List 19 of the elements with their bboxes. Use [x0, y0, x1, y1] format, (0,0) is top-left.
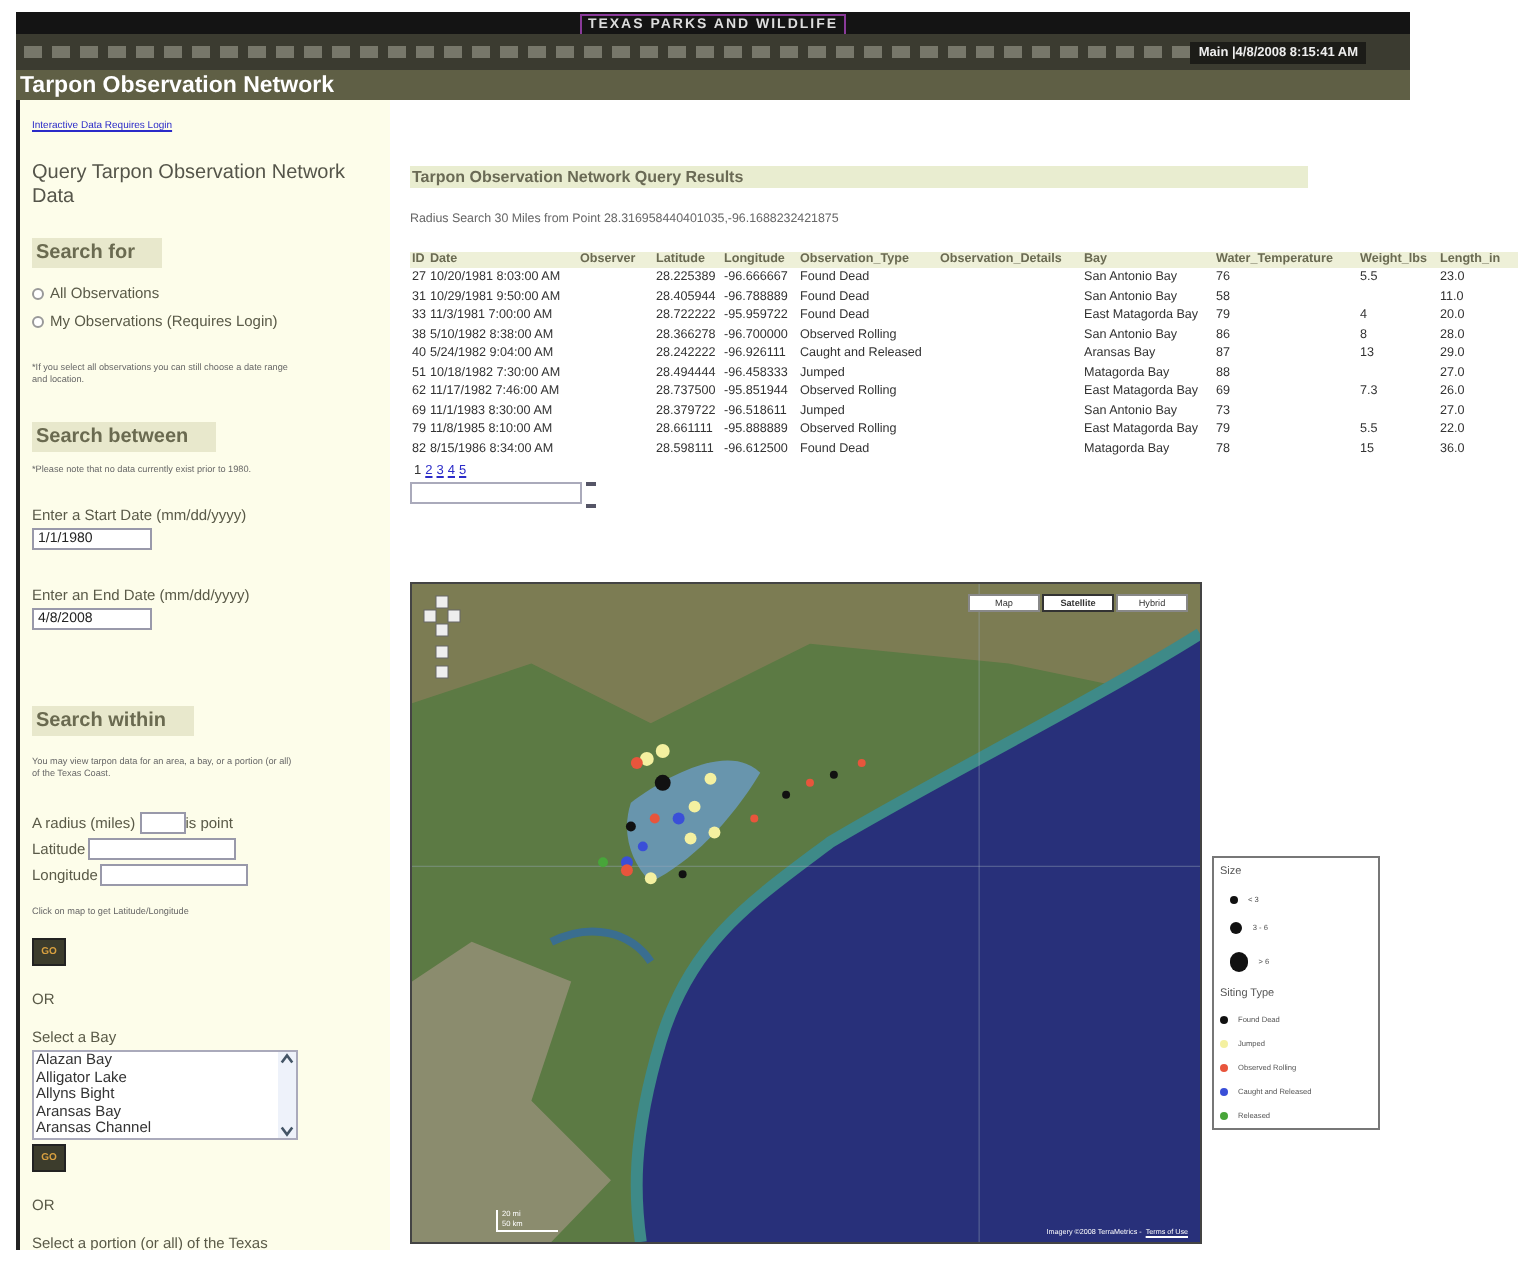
- section-heading: Search for: [32, 238, 163, 268]
- size-dot-icon: [1230, 922, 1243, 935]
- section-heading: Search within: [32, 706, 195, 736]
- query-heading: Query Tarpon Observation Network Data: [32, 162, 348, 210]
- section-heading: Search between: [32, 422, 217, 452]
- longitude-field[interactable]: [99, 864, 248, 886]
- site-title: Tarpon Observation Network: [20, 73, 334, 97]
- spin-control-icon[interactable]: [586, 482, 596, 508]
- size-dot-icon: [1230, 896, 1238, 904]
- results-title: Tarpon Observation Network Query Results: [410, 166, 1308, 188]
- satellite-map-drawing[interactable]: [412, 584, 1200, 1242]
- scroll-up-icon[interactable]: [280, 1052, 294, 1066]
- latitude-field[interactable]: [87, 838, 236, 860]
- scroll-down-icon[interactable]: [280, 1124, 294, 1138]
- size-dot-icon: [1230, 952, 1249, 972]
- input-field[interactable]: [410, 482, 582, 504]
- radio-button[interactable]: [32, 287, 44, 299]
- radio-button[interactable]: [32, 315, 44, 327]
- radius-field[interactable]: [139, 812, 186, 834]
